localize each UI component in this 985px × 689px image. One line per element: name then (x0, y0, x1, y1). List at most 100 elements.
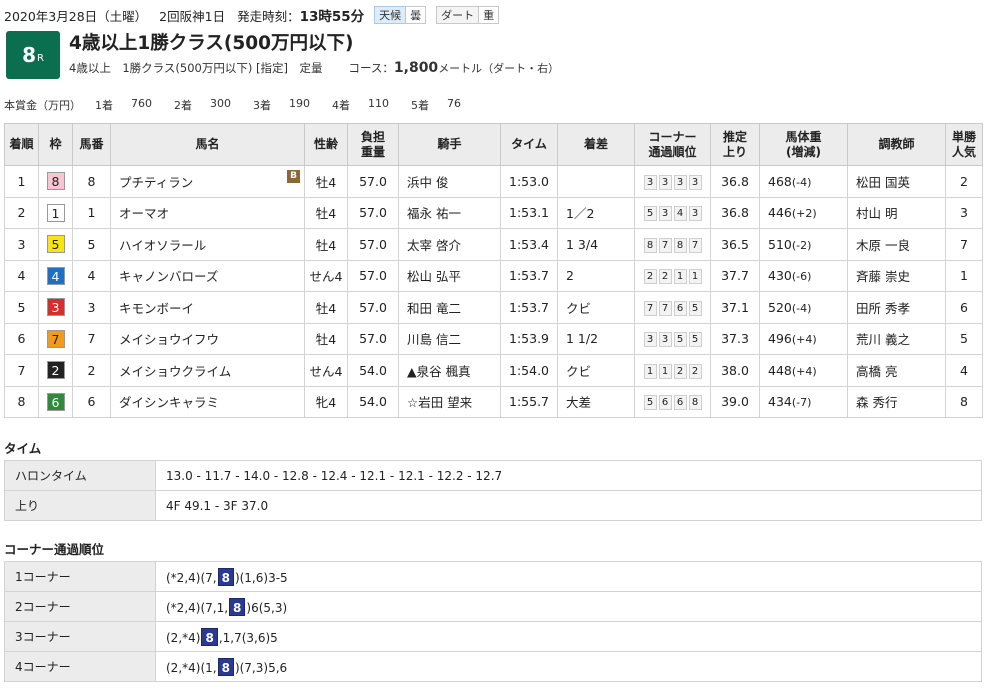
horse-name-link[interactable]: ダイシンキャラミ (119, 395, 219, 410)
col-jockey[interactable]: 騎手 (398, 123, 501, 166)
col-horse[interactable]: 馬名 (110, 123, 305, 166)
col-rank[interactable]: 着順 (4, 123, 39, 166)
popularity-cell: 4 (945, 354, 983, 387)
corner-order-after: )(7,3)5,6 (234, 660, 288, 675)
col-margin[interactable]: 着差 (557, 123, 635, 166)
corner-position: 6 (658, 395, 672, 411)
prize-place: 3着 (253, 99, 271, 112)
weight-carried-cell: 54.0 (347, 385, 399, 418)
col-time[interactable]: タイム (500, 123, 558, 166)
jockey-cell[interactable]: ▲泉谷 楓真 (398, 354, 501, 387)
prize-amount: 760 (131, 97, 152, 110)
trainer-cell[interactable]: 荒川 義之 (847, 322, 946, 355)
body-weight-diff: (-2) (791, 238, 812, 252)
corner-order-before: (*2,4)(7, (166, 570, 217, 585)
umaban-cell: 1 (72, 196, 111, 229)
corner-order: (2,*4) 8,1,7(3,6)5 (155, 621, 982, 652)
col-trainer[interactable]: 調教師 (847, 123, 946, 166)
distance-unit: メートル（ダート・右） (438, 62, 560, 75)
horse-name-cell[interactable]: メイショウイフウ (110, 322, 305, 355)
trainer-cell[interactable]: 森 秀行 (847, 385, 946, 418)
race-title: 4歳以上1勝クラス(500万円以下) (69, 33, 354, 54)
table-row: 4 4 4 キャノンバローズ せん4 57.0 松山 弘平 1:53.7 2 2 2 1 1 37.7 43… (4, 259, 983, 292)
time-cell: 1:53.7 (500, 291, 558, 324)
horse-name-link[interactable]: ハイオソラール (119, 238, 206, 253)
jockey-cell[interactable]: 太宰 啓介 (398, 228, 501, 261)
time-cell: 1:54.0 (500, 354, 558, 387)
corner-order: (2,*4)(1, 8)(7,3)5,6 (155, 651, 982, 682)
corner-position: 3 (688, 206, 702, 222)
horse-name-cell[interactable]: プチティラン B (110, 165, 305, 198)
race-date: 2020年3月28日（土曜） (4, 8, 148, 24)
corner-label: 1コーナー (4, 561, 156, 592)
body-weight-cell: 468(-4) (759, 165, 848, 198)
col-last3f[interactable]: 推定 上り (710, 123, 760, 166)
sex-age-cell: せん4 (304, 259, 348, 292)
trainer-cell[interactable]: 木原 一良 (847, 228, 946, 261)
corner-order-after: )6(5,3) (246, 600, 288, 615)
col-waku[interactable]: 枠 (38, 123, 73, 166)
body-weight: 448 (768, 362, 792, 378)
race-number-suffix: R (36, 53, 44, 64)
horse-name-link[interactable]: メイショウイフウ (119, 332, 219, 347)
horse-name-cell[interactable]: オーマオ (110, 196, 305, 229)
time-cell: 1:55.7 (500, 385, 558, 418)
body-weight-diff: (-7) (791, 396, 812, 410)
corner-positions: 1122 (643, 363, 702, 379)
col-umaban[interactable]: 馬番 (72, 123, 111, 166)
horse-name-link[interactable]: オーマオ (119, 206, 169, 221)
jockey-cell[interactable]: 川島 信二 (398, 322, 501, 355)
horse-name-link[interactable]: メイショウクライム (119, 364, 231, 379)
trainer-cell[interactable]: 斉藤 崇史 (847, 259, 946, 292)
body-weight-diff: (+4) (791, 333, 817, 347)
umaban-cell: 5 (72, 228, 111, 261)
corner-label: 4コーナー (4, 651, 156, 682)
horse-name-link[interactable]: プチティラン (119, 175, 193, 190)
trainer-cell[interactable]: 田所 秀孝 (847, 291, 946, 324)
corner-position: 7 (658, 237, 672, 253)
jockey-cell[interactable]: 松山 弘平 (398, 259, 501, 292)
corner-section-title: コーナー通過順位 (4, 542, 105, 557)
corner-highlight-horse: 8 (217, 657, 234, 676)
col-corner[interactable]: コーナー 通過順位 (634, 123, 711, 166)
weight-carried-cell: 57.0 (347, 291, 399, 324)
corner-cell: 1122 (634, 354, 711, 387)
prize-label: 本賞金（万円） (4, 99, 81, 112)
corner-order-before: (2,*4)(1, (166, 660, 217, 675)
corner-position: 1 (643, 363, 657, 379)
corner-order-before: (*2,4)(7,1, (166, 600, 229, 615)
trainer-cell[interactable]: 村山 明 (847, 196, 946, 229)
waku-cell: 3 (38, 291, 73, 324)
horse-name-link[interactable]: キモンボーイ (119, 301, 194, 316)
prize-place: 4着 (332, 99, 350, 112)
horse-name-cell[interactable]: ハイオソラール (110, 228, 305, 261)
last3f-cell: 37.7 (710, 259, 760, 292)
horse-name-cell[interactable]: キャノンバローズ (110, 259, 305, 292)
corner-position: 7 (643, 300, 657, 316)
trainer-cell[interactable]: 松田 国英 (847, 165, 946, 198)
trainer-cell[interactable]: 高橋 亮 (847, 354, 946, 387)
horse-name-link[interactable]: キャノンバローズ (119, 269, 218, 284)
corner-position: 1 (658, 363, 672, 379)
horse-name-cell[interactable]: キモンボーイ (110, 291, 305, 324)
col-sex-age[interactable]: 性齢 (304, 123, 348, 166)
horse-name-cell[interactable]: ダイシンキャラミ (110, 385, 305, 418)
col-popularity[interactable]: 単勝 人気 (945, 123, 983, 166)
rank-cell: 6 (4, 322, 39, 355)
corner-position: 3 (658, 174, 672, 190)
track-badge: ダート 重 (436, 6, 500, 24)
jockey-cell[interactable]: ☆岩田 望来 (398, 385, 501, 418)
jockey-cell[interactable]: 福永 祐一 (398, 196, 501, 229)
col-body-weight[interactable]: 馬体重 (増減) (759, 123, 848, 166)
corner-label: 3コーナー (4, 621, 156, 652)
col-weight-carried[interactable]: 負担 重量 (347, 123, 399, 166)
corner-order: (*2,4)(7,1, 8)6(5,3) (155, 591, 982, 622)
results-header-row: 着順 枠 馬番 馬名 性齢 負担 重量 騎手 タイム 着差 コーナー 通過順位 推定… (4, 123, 983, 166)
waku-cell: 2 (38, 354, 73, 387)
jockey-cell[interactable]: 和田 竜二 (398, 291, 501, 324)
corner-cell: 5343 (634, 196, 711, 229)
body-weight-cell: 434(-7) (759, 385, 848, 418)
jockey-cell[interactable]: 浜中 俊 (398, 165, 501, 198)
horse-name-cell[interactable]: メイショウクライム (110, 354, 305, 387)
body-weight-cell: 496(+4) (759, 322, 848, 355)
